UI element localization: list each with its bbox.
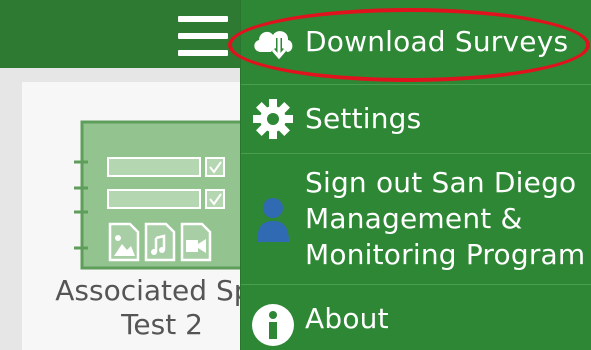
menu-item-about[interactable]: About — [241, 285, 591, 350]
survey-title: Associated Spe Test 2 — [22, 274, 240, 342]
sign-out-line-1: Sign out San Diego — [305, 166, 577, 199]
hamburger-menu-icon[interactable] — [178, 16, 228, 56]
hamburger-line — [178, 16, 228, 22]
survey-title-line-1: Associated Spe — [55, 274, 240, 307]
cloud-download-icon — [241, 24, 305, 60]
menu-item-settings[interactable]: Settings — [241, 85, 591, 154]
survey-form-icon — [74, 120, 240, 270]
survey-card[interactable]: Associated Spe Test 2 — [22, 82, 240, 350]
menu-item-download-surveys[interactable]: Download Surveys — [241, 0, 591, 85]
gear-icon — [241, 97, 305, 141]
survey-title-line-2: Test 2 — [121, 308, 203, 341]
sign-out-line-3: Monitoring Program — [305, 238, 586, 271]
menu-item-label: Sign out San Diego Management & Monitori… — [305, 165, 585, 273]
user-icon — [241, 196, 305, 242]
info-icon — [241, 303, 305, 347]
app-screen: Associated Spe Test 2 Download Surveys — [0, 0, 591, 350]
menu-item-sign-out[interactable]: Sign out San Diego Management & Monitori… — [241, 154, 591, 285]
hamburger-line — [178, 33, 228, 39]
menu-item-label: About — [305, 302, 389, 335]
menu-item-label: Download Surveys — [305, 25, 569, 58]
menu-item-label: Settings — [305, 102, 422, 135]
sign-out-line-2: Management & — [305, 202, 523, 235]
hamburger-line — [178, 50, 228, 56]
navigation-drawer: Download Surveys Settings Sign out San D… — [240, 0, 591, 350]
